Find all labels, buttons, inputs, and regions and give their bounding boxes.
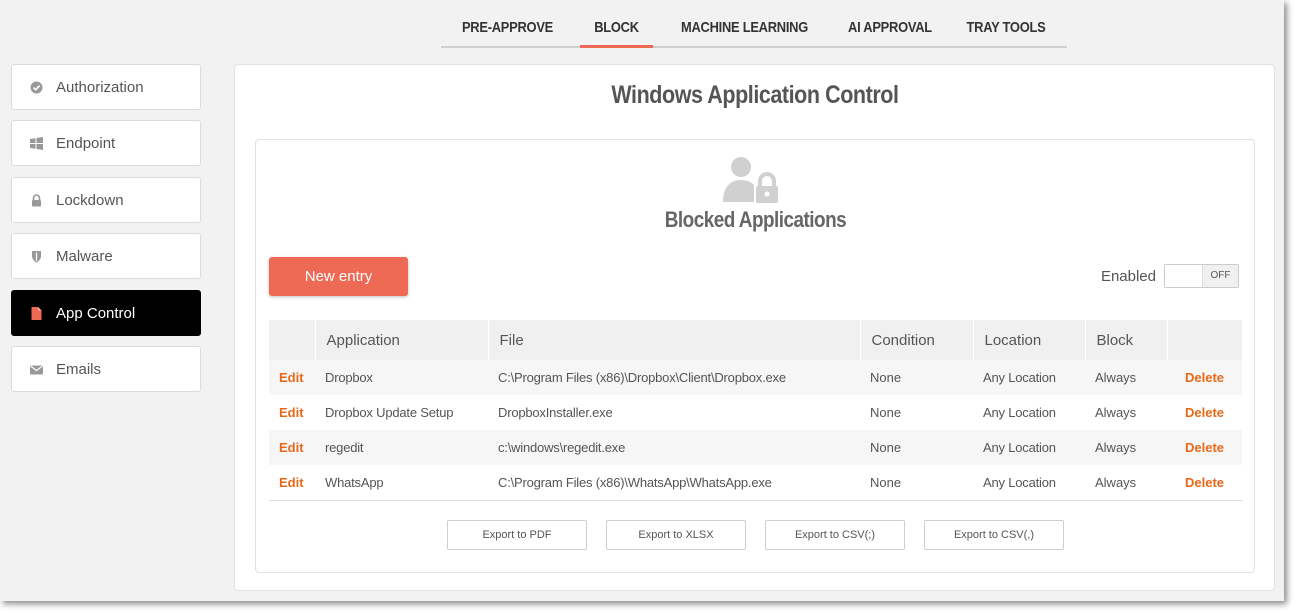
cell-application: WhatsApp <box>315 465 488 501</box>
tab-ai-approval[interactable]: AI APPROVAL <box>838 10 941 48</box>
top-tab-bar: PRE-APPROVE BLOCK MACHINE LEARNING AI AP… <box>441 10 1067 48</box>
sidebar-item-endpoint[interactable]: Endpoint <box>11 120 201 166</box>
card-subtitle: Blocked Applications <box>664 207 846 232</box>
lock-icon <box>29 193 44 208</box>
toggle-knob <box>1165 265 1203 287</box>
page-title: Windows Application Control <box>610 81 899 109</box>
cell-condition: None <box>860 360 973 395</box>
envelope-icon <box>29 362 44 377</box>
windows-icon <box>29 136 44 151</box>
cell-application: Dropbox <box>315 360 488 395</box>
cell-block: Always <box>1085 430 1167 465</box>
file-icon <box>29 306 44 321</box>
header-block: Block <box>1084 320 1167 360</box>
tab-block[interactable]: BLOCK <box>579 10 654 48</box>
sidebar-item-app-control[interactable]: App Control <box>11 290 201 336</box>
table-row: Edit Dropbox C:\Program Files (x86)\Drop… <box>269 360 1242 395</box>
cell-block: Always <box>1095 405 1137 420</box>
enabled-control: Enabled OFF <box>1101 264 1239 288</box>
sidebar-item-label: Emails <box>56 360 102 378</box>
sidebar-item-label: Endpoint <box>56 134 116 152</box>
cell-location: Any Location <box>973 465 1085 501</box>
app-frame: PRE-APPROVE BLOCK MACHINE LEARNING AI AP… <box>0 0 1284 601</box>
sidebar-item-label: Lockdown <box>56 191 124 209</box>
header-application: Application <box>314 320 488 360</box>
cell-condition: None <box>860 465 973 501</box>
cell-condition: None <box>870 405 902 420</box>
delete-link[interactable]: Delete <box>1167 395 1242 430</box>
enabled-toggle[interactable]: OFF <box>1164 264 1239 288</box>
export-button-group: Export to PDF Export to XLSX Export to C… <box>447 520 1064 550</box>
edit-link[interactable]: Edit <box>269 430 315 465</box>
cell-file: C:\Program Files (x86)\WhatsApp\WhatsApp… <box>488 465 860 501</box>
delete-link[interactable]: Delete <box>1167 360 1242 395</box>
delete-link[interactable]: Delete <box>1167 430 1242 465</box>
sidebar-item-label: Authorization <box>56 78 144 96</box>
export-csv-semicolon-button[interactable]: Export to CSV(;) <box>765 520 905 550</box>
tab-tray-tools[interactable]: TRAY TOOLS <box>958 10 1054 48</box>
table-row: Edit Dropbox Update Setup DropboxInstall… <box>269 395 1242 430</box>
cell-block: Always <box>1085 465 1167 501</box>
cell-file: C:\Program Files (x86)\Dropbox\Client\Dr… <box>488 360 860 395</box>
header-file: File <box>487 320 860 360</box>
edit-link[interactable]: Edit <box>269 465 315 501</box>
header-actions <box>269 320 315 360</box>
header-condition: Condition <box>859 320 973 360</box>
tab-pre-approve[interactable]: PRE-APPROVE <box>450 10 564 48</box>
sidebar-item-lockdown[interactable]: Lockdown <box>11 177 201 223</box>
shield-icon <box>29 249 44 264</box>
blocked-apps-card: Blocked Applications New entry Enabled O… <box>255 139 1255 573</box>
cell-file: c:\windows\regedit.exe <box>488 430 860 465</box>
blocked-apps-table: Application File Condition Location Bloc… <box>269 320 1242 501</box>
table-header-row: Application File Condition Location Bloc… <box>269 320 1242 360</box>
table-row: Edit regedit c:\windows\regedit.exe None… <box>269 430 1242 465</box>
table-row: Edit WhatsApp C:\Program Files (x86)\Wha… <box>269 465 1242 501</box>
tab-machine-learning[interactable]: MACHINE LEARNING <box>671 10 818 48</box>
new-entry-button[interactable]: New entry <box>269 257 408 296</box>
enabled-label: Enabled <box>1100 267 1156 285</box>
cell-location: Any Location <box>973 360 1085 395</box>
header-delete <box>1166 320 1242 360</box>
check-circle-icon <box>29 80 44 95</box>
toggle-state: OFF <box>1203 265 1238 287</box>
user-lock-icon <box>723 156 781 204</box>
sidebar-item-malware[interactable]: Malware <box>11 233 201 279</box>
header-location: Location <box>972 320 1085 360</box>
delete-link[interactable]: Delete <box>1167 465 1242 501</box>
cell-condition: None <box>860 430 973 465</box>
export-xlsx-button[interactable]: Export to XLSX <box>606 520 746 550</box>
edit-link[interactable]: Edit <box>269 395 315 430</box>
export-pdf-button[interactable]: Export to PDF <box>447 520 587 550</box>
sidebar-item-label: Malware <box>56 247 113 265</box>
main-panel: Windows Application Control Blocked Appl… <box>234 64 1275 591</box>
sidebar-item-emails[interactable]: Emails <box>11 346 201 392</box>
sidebar-item-authorization[interactable]: Authorization <box>11 64 201 110</box>
export-csv-comma-button[interactable]: Export to CSV(,) <box>924 520 1064 550</box>
cell-application: Dropbox Update Setup <box>325 405 454 420</box>
cell-application: regedit <box>315 430 488 465</box>
cell-location: Any Location <box>983 405 1056 420</box>
cell-location: Any Location <box>973 430 1085 465</box>
cell-file: DropboxInstaller.exe <box>498 405 613 420</box>
sidebar-item-label: App Control <box>56 304 136 322</box>
cell-block: Always <box>1085 360 1167 395</box>
edit-link[interactable]: Edit <box>269 360 315 395</box>
